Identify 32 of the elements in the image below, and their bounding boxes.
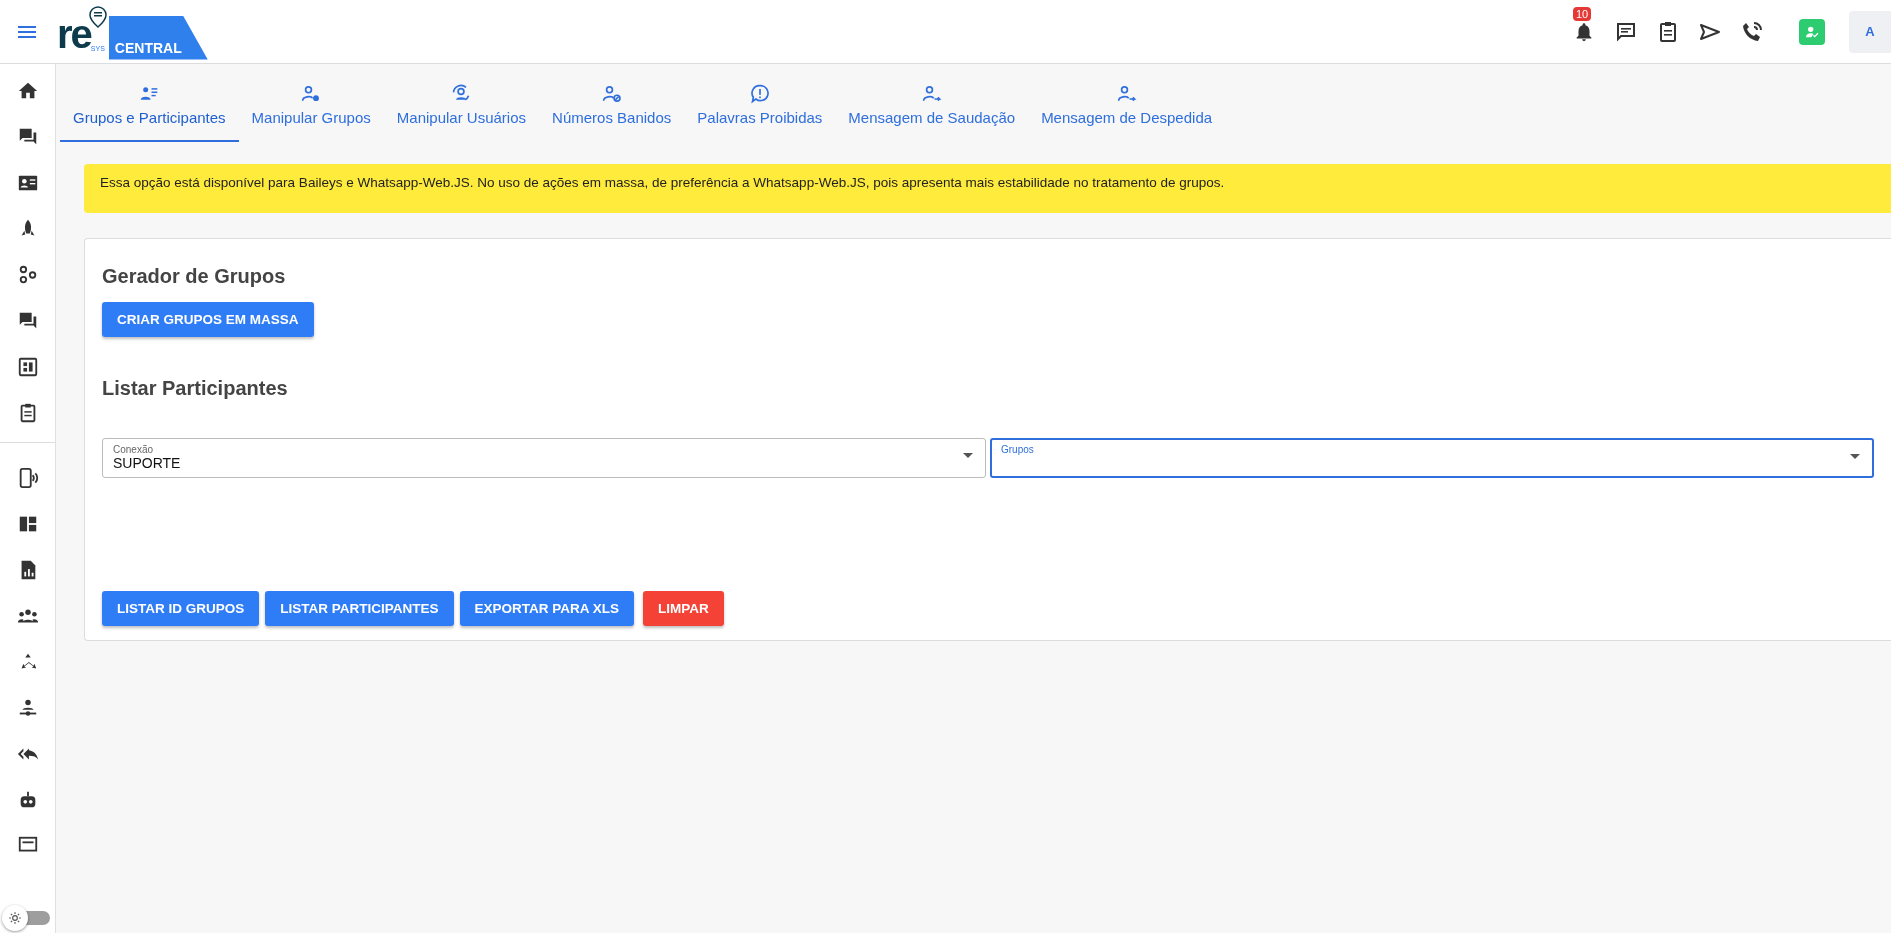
tab[interactable]: Números Banidos — [539, 64, 685, 142]
select-field[interactable]: Conexão SUPORTE — [102, 438, 986, 478]
pin-icon — [89, 5, 107, 28]
action-button[interactable]: EXPORTAR PARA XLS — [459, 591, 635, 626]
notification-badge: 10 — [1573, 6, 1592, 21]
phone-icon — [1740, 19, 1764, 44]
avatar-button[interactable]: A — [1849, 10, 1891, 53]
info-banner: Essa opção está disponível para Baileys e Whatsapp-Web.JS. No uso de ações em massa, de preferência a Whatsapp-Web.JS, pois apresenta mais estabilidade no tratamento de grupos. — [84, 164, 1891, 213]
action-button[interactable]: LISTAR PARTICIPANTES — [265, 591, 454, 626]
user-block-icon — [601, 84, 622, 104]
tab[interactable]: Palavras Proibidas — [684, 64, 836, 142]
sun-icon — [8, 911, 22, 925]
user-arrow-icon — [1116, 84, 1137, 104]
select-field[interactable]: Grupos — [990, 438, 1874, 478]
dashboard-icon — [16, 356, 39, 378]
caret-icon — [1850, 454, 1860, 460]
caret-icon — [963, 453, 973, 459]
section-title: Listar Participantes — [102, 377, 289, 400]
tab[interactable]: Grupos e Participantes — [60, 64, 239, 142]
theme-toggle[interactable] — [2, 905, 50, 931]
logo-banner: CENTRAL — [108, 15, 208, 60]
user-arrow-icon — [921, 84, 942, 104]
create-groups-button[interactable]: CRIAR GRUPOS EM MASSA — [102, 302, 314, 337]
tab[interactable]: Mensagem de Despedida — [1028, 64, 1226, 142]
tab[interactable]: Manipular Usuários — [383, 64, 540, 142]
section-title: Gerador de Grupos — [102, 265, 287, 288]
tab[interactable]: Manipular Grupos — [238, 64, 384, 142]
action-button[interactable]: LIMPAR — [643, 591, 724, 626]
alert-bubble-icon — [749, 84, 770, 104]
action-button[interactable]: LISTAR ID GRUPOS — [102, 591, 260, 626]
logo-text: re — [57, 13, 91, 54]
tab[interactable]: Mensagem de Saudação — [835, 64, 1029, 142]
